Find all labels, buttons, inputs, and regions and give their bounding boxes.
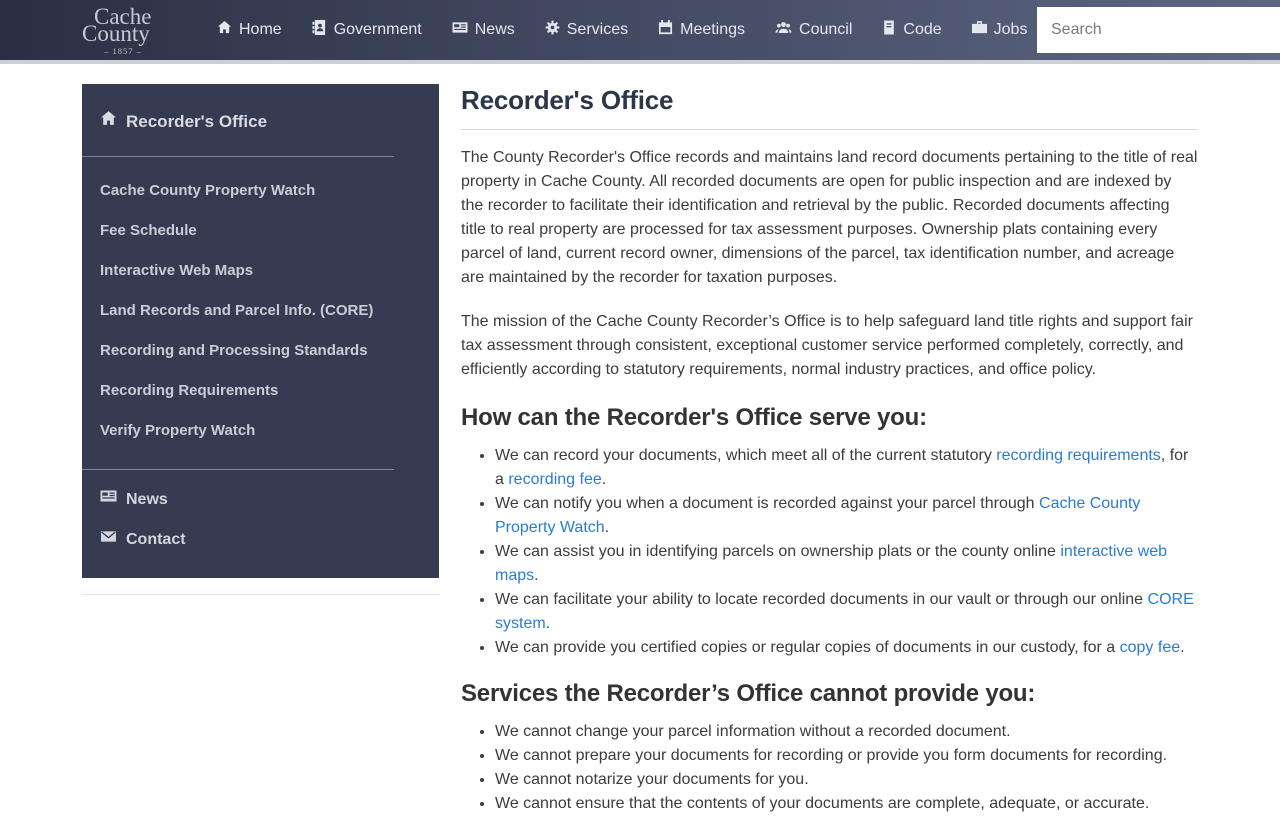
nav-item-label: News [474,21,515,38]
sidebar-item-property-watch[interactable]: Cache County Property Watch [82,171,439,211]
sidebar: Recorder's Office Cache County Property … [82,84,439,578]
nav-item-label: Jobs [993,21,1028,38]
sidebar-item-news[interactable]: News [82,480,439,520]
sidebar-item-contact[interactable]: Contact [82,520,439,560]
inline-link[interactable]: CORE system [495,591,1194,632]
main-nav: Home Government News Services Meetings C… [202,0,1042,60]
nav-item-news[interactable]: News [437,0,530,60]
list-item: We can notify you when a document is rec… [495,492,1198,540]
sidebar-item-fee-schedule[interactable]: Fee Schedule [82,211,439,251]
nav-item-label: Code [903,21,942,38]
logo-line2: County [82,20,150,46]
home-icon [217,20,232,40]
address-book-icon [312,20,327,40]
nav-item-meetings[interactable]: Meetings [643,0,760,60]
cannot-list: We cannot change your parcel information… [461,720,1198,816]
nav-item-label: Services [566,21,629,38]
list-item: We cannot notarize your documents for yo… [495,768,1198,792]
mission-paragraph: The mission of the Cache County Recorder… [461,313,1193,378]
home-icon [100,110,117,134]
sidebar-divider [82,469,394,470]
sidebar-divider [82,156,394,157]
site-logo[interactable]: Cache County – 1857 – [80,5,180,56]
search-input[interactable] [1037,7,1280,53]
nav-item-services[interactable]: Services [530,0,643,60]
newspaper-icon [100,480,117,520]
list-item: We can facilitate your ability to locate… [495,588,1198,636]
nav-item-council[interactable]: Council [760,0,867,60]
list-item: We can provide you certified copies or r… [495,636,1198,660]
inline-link[interactable]: copy fee [1120,639,1180,656]
sidebar-title[interactable]: Recorder's Office [82,84,439,134]
search-box [1037,7,1280,53]
inline-link[interactable]: recording requirements [996,447,1161,464]
people-icon [775,20,792,40]
newspaper-icon [452,20,468,40]
page-title: Recorder's Office [461,85,674,115]
sidebar-item-web-maps[interactable]: Interactive Web Maps [82,251,439,291]
intro-paragraph: The County Recorder's Office records and… [461,149,1198,286]
cannot-heading: Services the Recorder’s Office cannot pr… [461,680,1036,707]
sidebar-nav-list: Cache County Property Watch Fee Schedule… [82,171,439,451]
sidebar-item-recording-requirements[interactable]: Recording Requirements [82,371,439,411]
sidebar-footer-list: News Contact [82,480,439,578]
sidebar-title-label: Recorder's Office [126,112,268,131]
inline-link[interactable]: Cache County Property Watch [495,495,1140,536]
nav-item-jobs[interactable]: Jobs [957,0,1043,60]
inline-link[interactable]: interactive web maps [495,543,1167,584]
navbar-bottom-strip [0,60,1280,64]
list-item: We cannot prepare your documents for rec… [495,744,1198,768]
nav-item-label: Home [239,21,282,38]
title-divider [461,129,1198,130]
nav-item-home[interactable]: Home [202,0,297,60]
logo-year: – 1857 – [104,45,142,56]
envelope-icon [100,520,117,560]
serve-list: We can record your documents, which meet… [461,444,1198,660]
nav-item-label: Government [333,21,422,38]
gear-icon [545,20,560,40]
inline-link[interactable]: recording fee [508,471,601,488]
book-icon [882,20,896,40]
list-item: We cannot change your parcel information… [495,720,1198,744]
main-content: Recorder's Office The County Recorder's … [461,84,1198,824]
sidebar-item-processing-standards[interactable]: Recording and Processing Standards [82,331,439,371]
below-sidebar-rule [82,594,439,595]
nav-item-code[interactable]: Code [867,0,956,60]
list-item: We cannot ensure that the contents of yo… [495,792,1198,816]
sidebar-item-label: Contact [126,531,186,548]
briefcase-icon [971,20,987,40]
list-item: We can record your documents, which meet… [495,444,1198,492]
list-item: We can assist you in identifying parcels… [495,540,1198,588]
sidebar-item-label: News [126,491,168,508]
nav-item-label: Meetings [680,21,746,38]
nav-item-government[interactable]: Government [297,0,437,60]
calendar-icon [658,20,673,40]
sidebar-item-land-records[interactable]: Land Records and Parcel Info. (CORE) [82,291,439,331]
sidebar-item-verify-property-watch[interactable]: Verify Property Watch [82,411,439,451]
nav-item-label: Council [799,21,853,38]
serve-heading: How can the Recorder's Office serve you: [461,404,927,431]
navbar: Cache County – 1857 – Home Government Ne… [0,0,1280,60]
